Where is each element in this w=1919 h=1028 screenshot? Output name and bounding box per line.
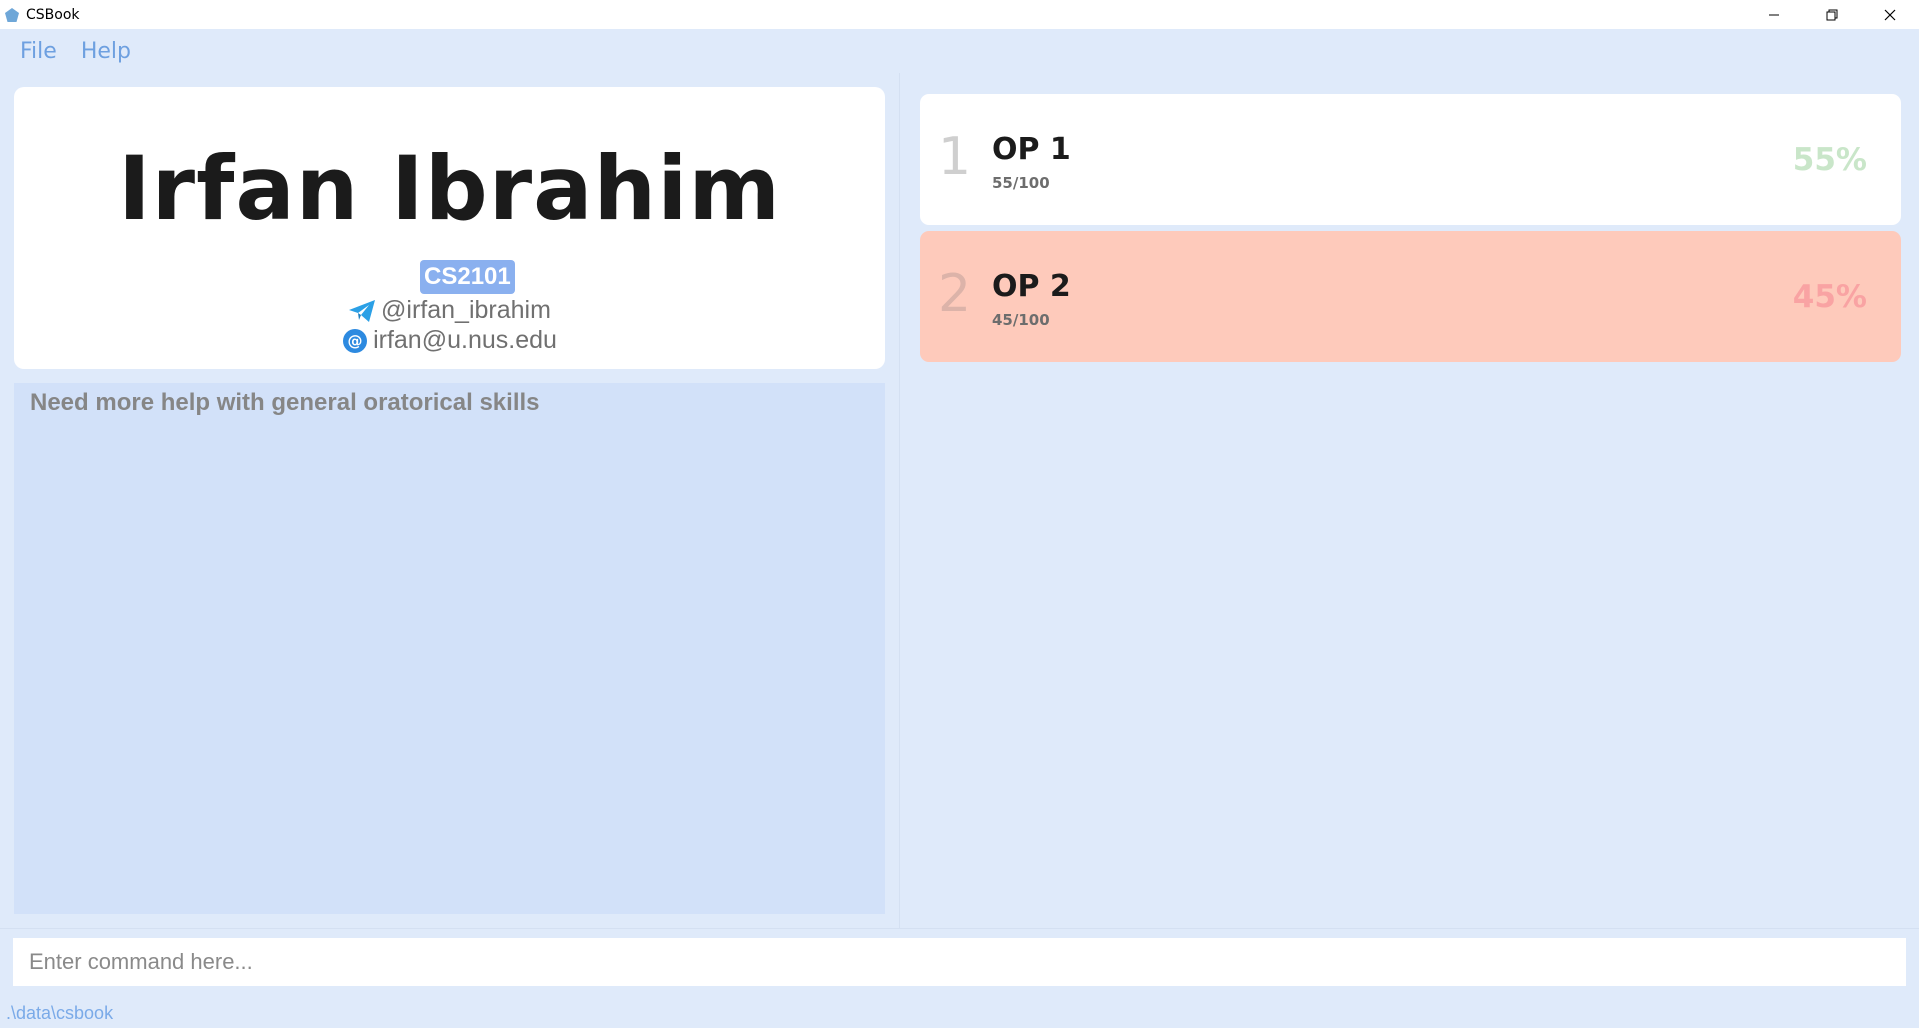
assessment-percent: 45% [1792,279,1867,315]
notes-box: Need more help with general oratorical s… [14,383,885,914]
svg-text:@: @ [348,332,363,350]
window-title: CSBook [26,6,80,23]
tutorial-tag: CS2101 [420,260,515,294]
data-file-path: .\data\csbook [6,1002,114,1023]
telegram-handle: @irfan_ibrahim [381,296,551,324]
menu-bar: File Help [0,29,1919,73]
profile-card: Irfan Ibrahim CS2101 @irfan_ibrahim @ ir… [14,87,885,369]
telegram-row: @irfan_ibrahim [14,296,885,325]
student-detail-panel: Irfan Ibrahim CS2101 @irfan_ibrahim @ ir… [0,73,900,928]
assessment-index: 1 [938,127,972,187]
assessment-index: 2 [938,264,972,324]
close-icon [1884,9,1896,20]
student-name: Irfan Ibrahim [117,137,782,240]
window-controls [1745,0,1919,29]
close-button[interactable] [1861,0,1919,29]
minimize-button[interactable] [1745,0,1803,29]
email-row: @ irfan@u.nus.edu [14,326,885,355]
telegram-icon [348,299,376,323]
command-area [0,928,1919,998]
email-at-icon: @ [342,328,368,354]
minimize-icon [1769,14,1779,15]
restore-icon [1826,9,1838,20]
notes-text: Need more help with general oratorical s… [30,389,540,416]
menu-file[interactable]: File [20,39,57,64]
email-address: irfan@u.nus.edu [373,326,557,354]
restore-button[interactable] [1803,0,1861,29]
assessment-card[interactable]: 2 OP 2 45/100 45% [920,231,1901,362]
assessment-title: OP 2 [992,269,1071,304]
assessment-score: 55/100 [992,174,1050,192]
command-input[interactable] [13,938,1906,986]
assessment-score: 45/100 [992,311,1050,329]
title-bar: CSBook [0,0,1919,29]
app-pentagon-icon [4,7,20,23]
assessment-title: OP 1 [992,132,1071,167]
status-bar: .\data\csbook [0,998,1919,1028]
assessment-list: 1 OP 1 55/100 55% 2 OP 2 45/100 45% [901,73,1919,928]
menu-help[interactable]: Help [81,39,131,64]
assessment-percent: 55% [1792,142,1867,178]
assessment-card[interactable]: 1 OP 1 55/100 55% [920,94,1901,225]
